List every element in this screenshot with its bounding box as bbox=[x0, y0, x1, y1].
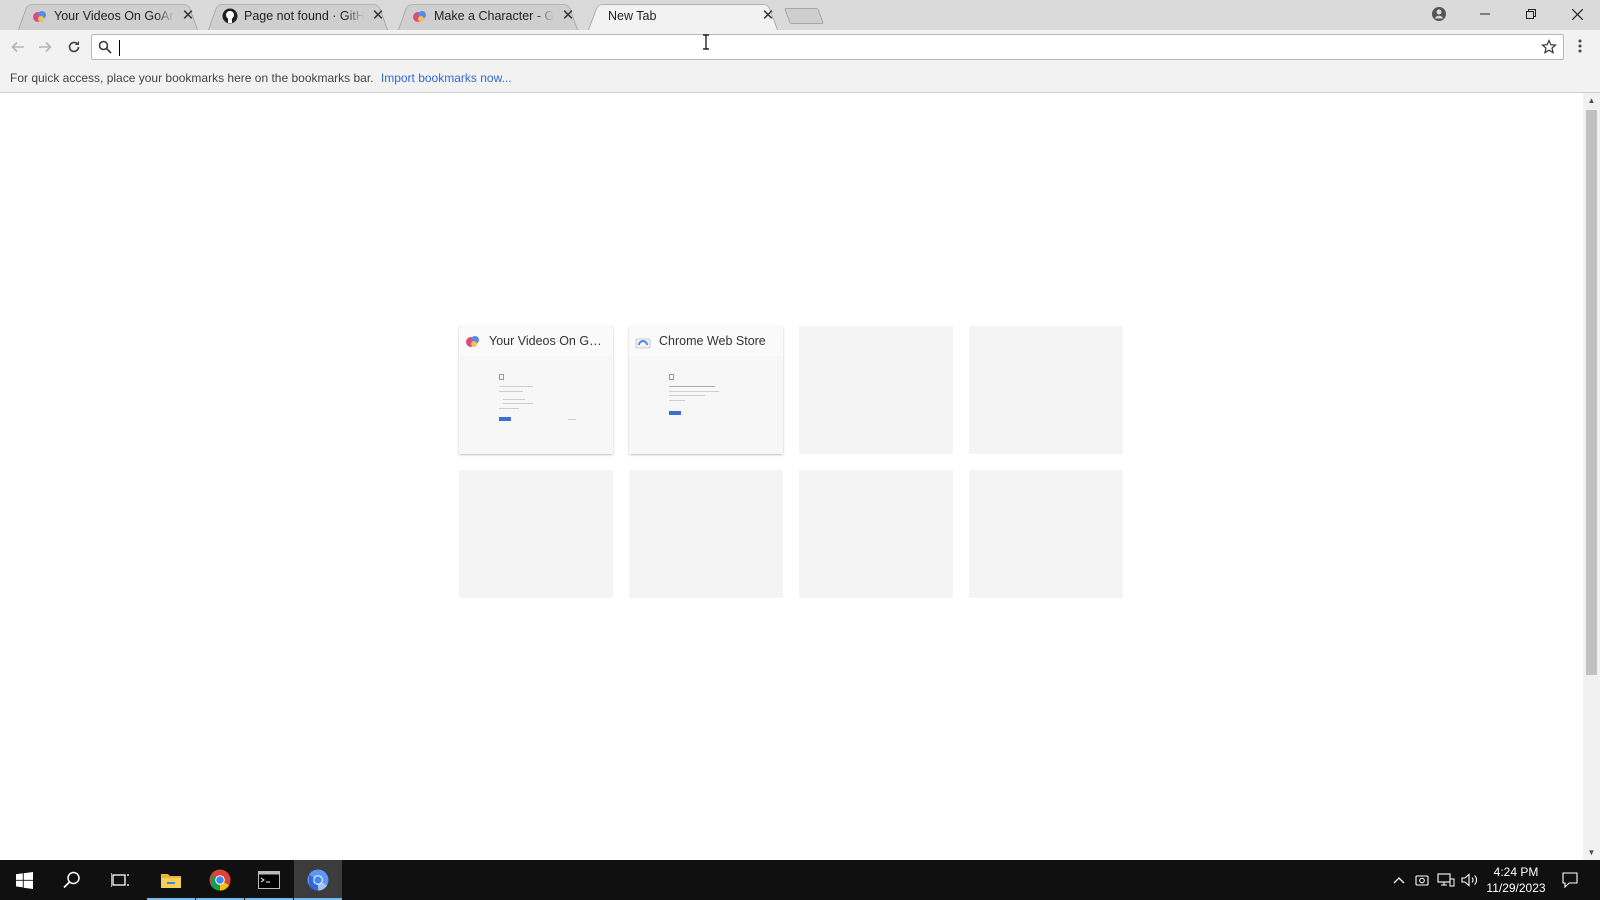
bookmarks-bar-message: For quick access, place your bookmarks h… bbox=[10, 71, 374, 85]
empty-tile bbox=[799, 470, 953, 598]
tab-make-character[interactable]: Make a Character - GoAnimate ✕ bbox=[390, 1, 586, 30]
close-icon bbox=[1571, 8, 1583, 20]
chrome-web-store-icon bbox=[635, 338, 651, 349]
reload-icon bbox=[68, 41, 80, 53]
clock-time: 4:24 PM bbox=[1493, 865, 1539, 879]
start-button[interactable] bbox=[0, 860, 48, 900]
camera-icon bbox=[1415, 875, 1429, 886]
chrome-icon bbox=[209, 869, 231, 891]
close-icon[interactable]: ✕ bbox=[760, 7, 776, 24]
back-arrow-icon bbox=[11, 41, 24, 53]
page-thumbnail bbox=[629, 356, 783, 454]
task-view-icon bbox=[111, 873, 129, 887]
task-view-button[interactable] bbox=[96, 860, 144, 900]
tile-title: Your Videos On Go... bbox=[489, 334, 605, 348]
page-thumbnail bbox=[459, 356, 613, 454]
action-center-button[interactable] bbox=[1556, 860, 1584, 900]
scroll-thumb[interactable] bbox=[1586, 110, 1597, 675]
tab-title: New Tab bbox=[608, 8, 657, 23]
tab-github[interactable]: Page not found · GitHub ✕ bbox=[200, 1, 396, 30]
goanimate-icon bbox=[466, 336, 479, 347]
tab-title: Make a Character - GoAnimate bbox=[434, 8, 554, 23]
tab-strip: Your Videos On GoAnimate ✕ Page not foun… bbox=[0, 0, 1600, 30]
omnibox[interactable] bbox=[91, 34, 1564, 60]
show-hidden-icons-button[interactable] bbox=[1389, 860, 1409, 900]
chromium-icon bbox=[307, 869, 329, 891]
reload-button[interactable] bbox=[64, 37, 84, 57]
empty-tile bbox=[969, 470, 1123, 598]
empty-tile bbox=[799, 326, 953, 454]
menu-dots-icon[interactable] bbox=[1578, 39, 1582, 53]
tray-volume[interactable] bbox=[1459, 860, 1481, 900]
vertical-scrollbar[interactable]: ▲ ▼ bbox=[1583, 93, 1600, 860]
taskbar-file-explorer[interactable] bbox=[147, 860, 195, 900]
taskbar-chrome[interactable] bbox=[196, 860, 244, 900]
forward-button[interactable] bbox=[35, 37, 55, 57]
minimize-icon bbox=[1480, 13, 1490, 15]
tray-network[interactable] bbox=[1435, 860, 1457, 900]
tile-header: Chrome Web Store bbox=[629, 326, 783, 356]
bookmarks-bar: For quick access, place your bookmarks h… bbox=[0, 63, 1600, 93]
search-icon bbox=[63, 871, 80, 889]
empty-tile bbox=[969, 326, 1123, 454]
file-explorer-icon bbox=[161, 874, 181, 888]
tab-title: Your Videos On GoAnimate bbox=[54, 8, 174, 23]
windows-start-icon bbox=[15, 871, 33, 889]
goanimate-icon bbox=[413, 10, 426, 22]
taskbar-terminal[interactable] bbox=[245, 860, 293, 900]
close-icon[interactable]: ✕ bbox=[180, 7, 196, 24]
text-cursor-icon bbox=[703, 34, 709, 50]
most-visited-tile-chrome-web-store[interactable]: Chrome Web Store bbox=[629, 326, 783, 454]
minimize-button[interactable] bbox=[1462, 0, 1508, 28]
chevron-up-icon bbox=[1393, 877, 1405, 884]
new-tab-page: Your Videos On Go... Chrome Web Store bbox=[0, 93, 1583, 860]
profile-icon[interactable] bbox=[1430, 5, 1448, 23]
address-input[interactable] bbox=[118, 38, 1498, 56]
close-window-button[interactable] bbox=[1554, 0, 1600, 28]
tab-new-tab[interactable]: New Tab ✕ bbox=[580, 1, 786, 30]
empty-tile bbox=[629, 470, 783, 598]
close-icon[interactable]: ✕ bbox=[370, 7, 386, 24]
tray-meet-now[interactable] bbox=[1411, 860, 1433, 900]
goanimate-icon bbox=[33, 10, 46, 22]
taskbar-search-button[interactable] bbox=[48, 860, 96, 900]
github-icon bbox=[222, 8, 238, 23]
window-controls bbox=[1462, 0, 1600, 28]
volume-icon bbox=[1461, 873, 1477, 887]
network-icon bbox=[1437, 873, 1455, 887]
empty-tile bbox=[459, 470, 613, 598]
most-visited-tile-your-videos[interactable]: Your Videos On Go... bbox=[459, 326, 613, 454]
forward-arrow-icon bbox=[39, 41, 52, 53]
tile-title: Chrome Web Store bbox=[659, 334, 766, 348]
bookmark-star-icon[interactable] bbox=[1541, 39, 1557, 55]
restore-icon bbox=[1526, 9, 1536, 19]
new-tab-button[interactable] bbox=[784, 8, 824, 24]
tile-header: Your Videos On Go... bbox=[459, 326, 613, 356]
import-bookmarks-link[interactable]: Import bookmarks now... bbox=[381, 71, 512, 85]
close-icon[interactable]: ✕ bbox=[560, 7, 576, 24]
scroll-down-arrow-icon[interactable]: ▼ bbox=[1583, 845, 1600, 860]
taskbar-clock[interactable]: 4:24 PM 11/29/2023 bbox=[1480, 864, 1552, 896]
taskbar: 4:24 PM 11/29/2023 bbox=[0, 860, 1600, 900]
terminal-icon bbox=[258, 871, 280, 889]
tab-title: Page not found · GitHub bbox=[244, 8, 364, 23]
restore-button[interactable] bbox=[1508, 0, 1554, 28]
notification-icon bbox=[1562, 872, 1578, 888]
taskbar-chromium[interactable] bbox=[294, 860, 342, 900]
search-icon bbox=[98, 40, 112, 54]
scroll-up-arrow-icon[interactable]: ▲ bbox=[1583, 93, 1600, 108]
clock-date: 11/29/2023 bbox=[1486, 881, 1546, 895]
tab-your-videos[interactable]: Your Videos On GoAnimate ✕ bbox=[10, 1, 206, 30]
browser-toolbar bbox=[0, 30, 1600, 63]
back-button[interactable] bbox=[8, 37, 28, 57]
